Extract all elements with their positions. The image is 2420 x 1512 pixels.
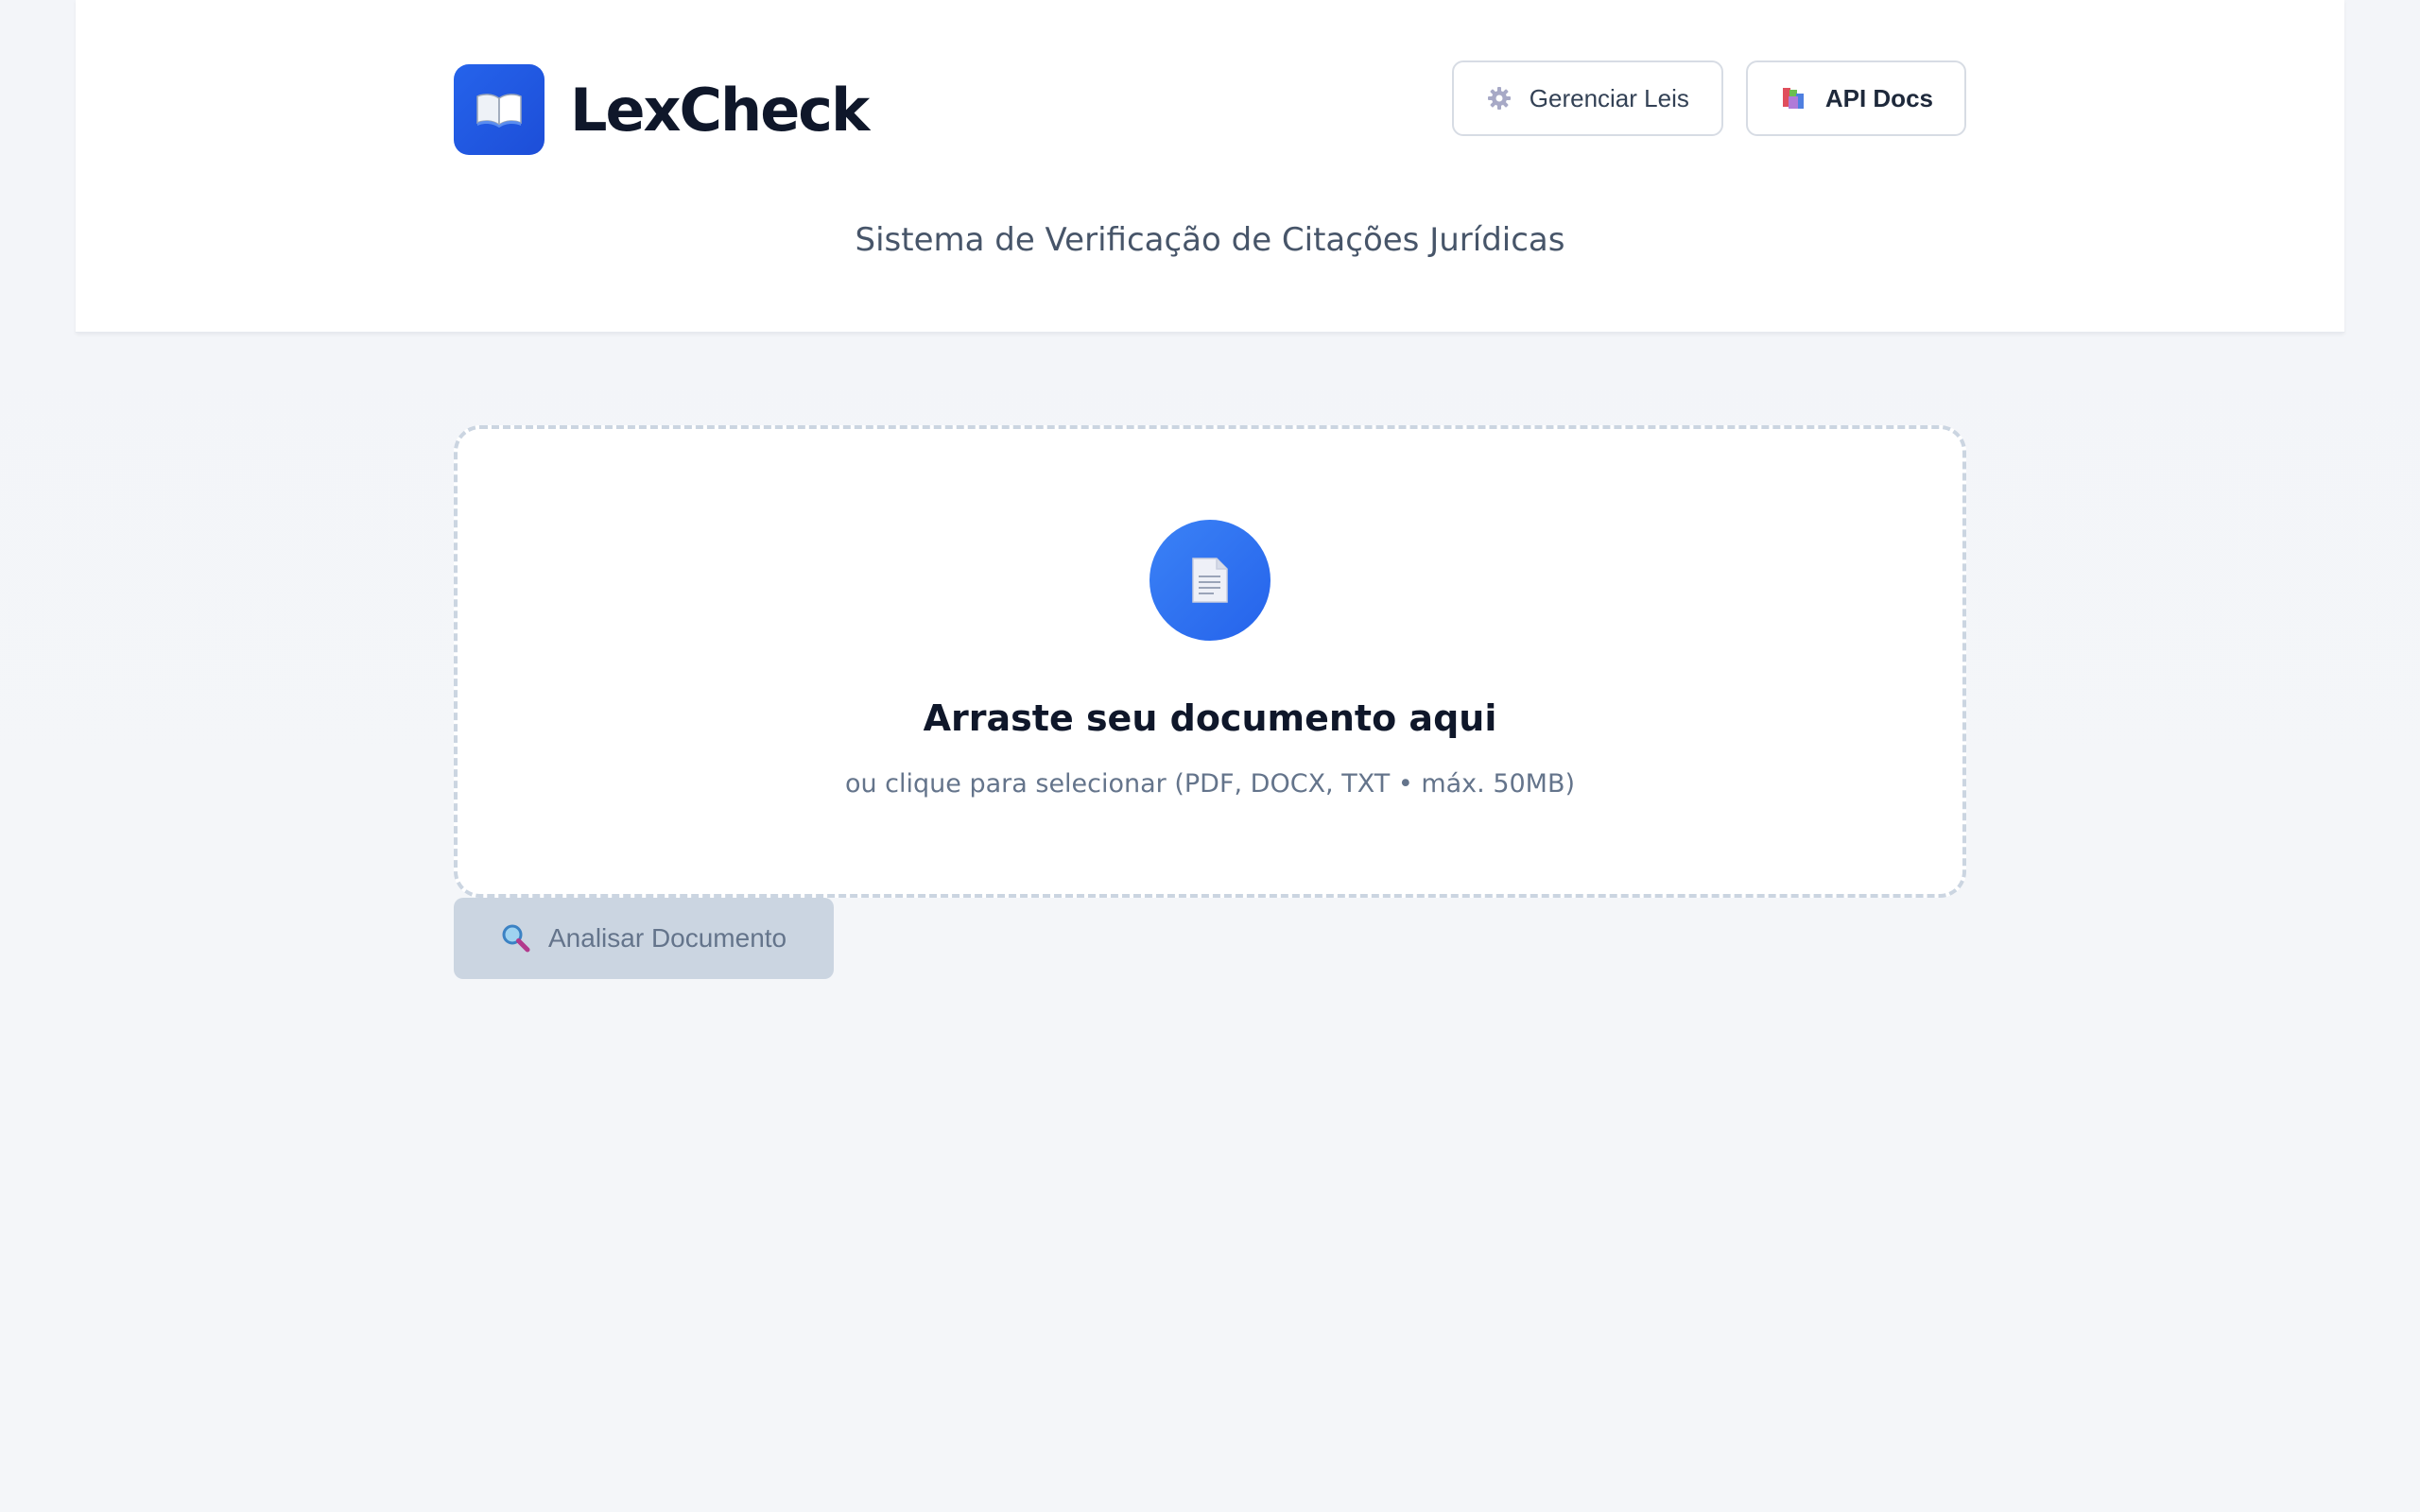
app-logo bbox=[454, 64, 544, 155]
dropzone-hint: ou clique para selecionar (PDF, DOCX, TX… bbox=[844, 769, 1576, 799]
document-icon bbox=[1192, 558, 1228, 603]
header-actions: Gerenciar Leis API Docs bbox=[1451, 60, 1966, 136]
gear-icon bbox=[1486, 85, 1512, 112]
upload-dropzone[interactable]: Arraste seu documento aqui ou clique par… bbox=[454, 425, 1966, 898]
page-subtitle: Sistema de Verificação de Citações Juríd… bbox=[855, 221, 1565, 259]
magnifier-icon bbox=[501, 923, 531, 954]
brand[interactable]: LexCheck bbox=[454, 64, 870, 155]
upload-icon-circle bbox=[1150, 520, 1270, 641]
app-header: LexCheck Gerenciar Leis API Docs Sistema… bbox=[76, 0, 2344, 333]
books-icon bbox=[1780, 85, 1808, 112]
api-docs-label: API Docs bbox=[1824, 83, 1933, 112]
manage-laws-button[interactable]: Gerenciar Leis bbox=[1451, 60, 1723, 136]
dropzone-title: Arraste seu documento aqui bbox=[923, 697, 1497, 739]
analyze-document-button[interactable]: Analisar Documento bbox=[454, 898, 834, 979]
api-docs-button[interactable]: API Docs bbox=[1745, 60, 1966, 136]
manage-laws-label: Gerenciar Leis bbox=[1529, 83, 1689, 112]
brand-name: LexCheck bbox=[570, 75, 870, 145]
analyze-document-label: Analisar Documento bbox=[548, 923, 787, 953]
open-book-icon bbox=[476, 94, 522, 128]
